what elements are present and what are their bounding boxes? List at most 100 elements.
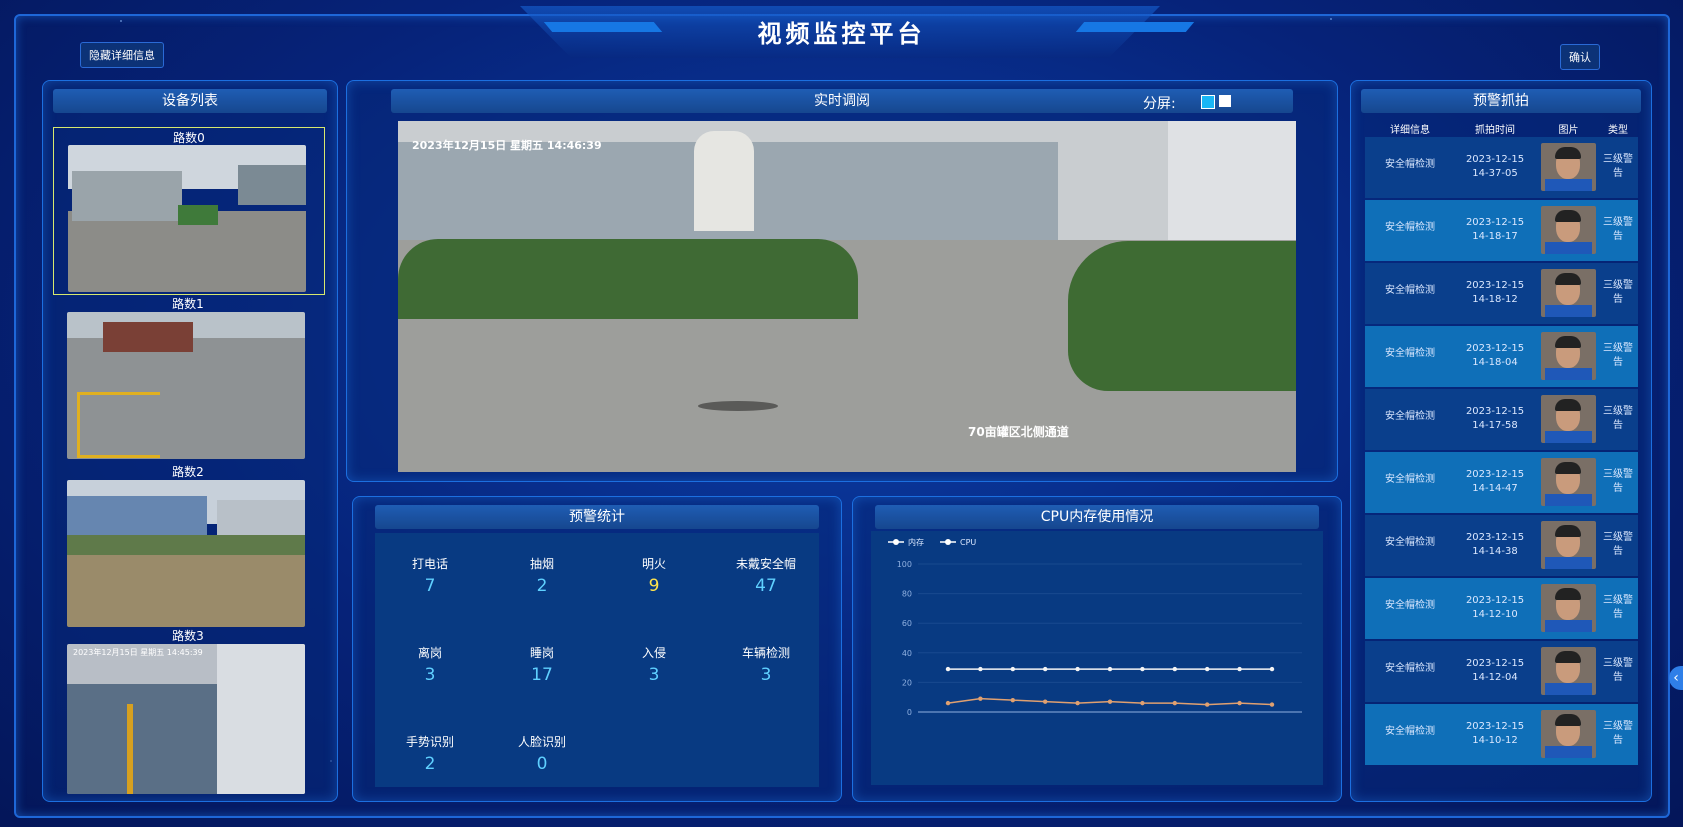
snapshot-image[interactable] [1541, 206, 1596, 254]
snapshot-row[interactable]: 安全帽检测 2023-12-15 14-18-12 三级警告 [1365, 263, 1638, 324]
page-title: 视频监控平台 [757, 20, 926, 48]
camera-item-3[interactable]: 路数3 2023年12月15日 星期五 14:45:39 [53, 627, 323, 797]
snapshot-date: 2023-12-15 [1465, 217, 1525, 228]
snapshot-date: 2023-12-15 [1465, 280, 1525, 291]
cpu-panel-title: CPU内存使用情况 [875, 505, 1319, 529]
stat-vehicle: 车辆检测 3 [706, 644, 826, 685]
header-time: 抓拍时间 [1475, 125, 1515, 136]
stat-label: 离岗 [417, 646, 442, 660]
snapshot-image[interactable] [1541, 584, 1596, 632]
device-list-panel: 设备列表 路数0 路数1 路数2 路数3 2023年12月15日 星期五 14:… [42, 80, 338, 802]
stat-value: 7 [424, 576, 436, 596]
snapshot-image[interactable] [1541, 458, 1596, 506]
split-screen-label: 分屏: [1143, 96, 1176, 112]
snapshot-image[interactable] [1541, 269, 1596, 317]
snapshot-row[interactable]: 安全帽检测 2023-12-15 14-17-58 三级警告 [1365, 389, 1638, 450]
snapshot-time: 2023-12-15 14-17-58 [1455, 405, 1535, 433]
snapshot-type: 三级警告 [1603, 595, 1633, 620]
camera-item-0[interactable]: 路数0 [53, 127, 325, 295]
stat-label: 睡岗 [529, 646, 554, 660]
data-point [1237, 700, 1242, 706]
y-tick-label: 80 [902, 590, 912, 599]
snapshot-date: 2023-12-15 [1465, 343, 1525, 354]
stat-label: 车辆检测 [741, 646, 790, 660]
stat-intrusion: 入侵 3 [594, 644, 714, 685]
header-image: 图片 [1558, 125, 1579, 136]
stat-label: 手势识别 [405, 735, 454, 749]
collapse-tab-icon[interactable]: ‹ [1669, 666, 1683, 690]
stat-label: 未戴安全帽 [735, 557, 796, 571]
snapshot-time: 2023-12-15 14-12-10 [1455, 594, 1535, 622]
video-location-overlay: 70亩罐区北侧通道 [968, 425, 1069, 439]
y-tick-label: 20 [902, 678, 912, 687]
device-list-title: 设备列表 [53, 89, 327, 113]
camera-item-2[interactable]: 路数2 [53, 463, 323, 629]
stat-value: 9 [648, 576, 660, 596]
snapshot-image[interactable] [1541, 395, 1596, 443]
live-video-feed[interactable]: 2023年12月15日 星期五 14:46:39 70亩罐区北侧通道 [398, 121, 1296, 472]
data-point [1075, 700, 1080, 706]
snapshot-row[interactable]: 安全帽检测 2023-12-15 14-12-10 三级警告 [1365, 578, 1638, 639]
stat-phone-call: 打电话 7 [370, 555, 490, 596]
camera-thumbnail [67, 312, 305, 459]
data-point [1205, 702, 1210, 707]
snapshot-header: 详细信息 抓拍时间 图片 类型 [1365, 121, 1638, 137]
data-point [1237, 666, 1242, 672]
snapshot-row[interactable]: 安全帽检测 2023-12-15 14-37-05 三级警告 [1365, 137, 1638, 198]
data-point [1107, 699, 1113, 704]
snapshot-image[interactable] [1541, 332, 1596, 380]
snapshot-row[interactable]: 安全帽检测 2023-12-15 14-14-38 三级警告 [1365, 515, 1638, 576]
snapshot-type: 三级警告 [1603, 469, 1633, 494]
snapshot-row[interactable]: 安全帽检测 2023-12-15 14-14-47 三级警告 [1365, 452, 1638, 513]
snapshot-row[interactable]: 安全帽检测 2023-12-15 14-10-12 三级警告 [1365, 704, 1638, 765]
snapshot-detail: 安全帽检测 [1385, 663, 1435, 674]
snapshot-time: 2023-12-15 14-10-12 [1455, 720, 1535, 748]
stat-open-fire: 明火 9 [594, 555, 714, 596]
snapshot-clock: 14-12-10 [1472, 609, 1518, 620]
split-screen-multi-button[interactable] [1219, 95, 1231, 107]
snapshot-type: 三级警告 [1603, 406, 1633, 431]
snapshot-list: 安全帽检测 2023-12-15 14-37-05 三级警告 安全帽检测 2023-12-… [1351, 137, 1651, 791]
split-screen-single-button[interactable] [1201, 95, 1215, 109]
camera-item-1[interactable]: 路数1 [53, 295, 323, 461]
stat-value: 47 [755, 576, 777, 596]
y-tick-label: 40 [902, 649, 912, 658]
snapshot-image[interactable] [1541, 143, 1596, 191]
stat-value: 0 [536, 754, 548, 774]
snapshot-time: 2023-12-15 14-18-17 [1455, 216, 1535, 244]
confirm-button[interactable]: 确认 [1560, 44, 1600, 70]
snapshot-row[interactable]: 安全帽检测 2023-12-15 14-12-04 三级警告 [1365, 641, 1638, 702]
data-point [1107, 666, 1113, 672]
snapshot-date: 2023-12-15 [1465, 721, 1525, 732]
snapshot-image[interactable] [1541, 647, 1596, 695]
camera-label: 路数1 [172, 297, 204, 311]
snapshot-image[interactable] [1541, 521, 1596, 569]
snapshot-date: 2023-12-15 [1465, 469, 1525, 480]
snapshot-row[interactable]: 安全帽检测 2023-12-15 14-18-17 三级警告 [1365, 200, 1638, 261]
snapshot-image[interactable] [1541, 710, 1596, 758]
snapshot-date: 2023-12-15 [1465, 595, 1525, 606]
hide-details-button[interactable]: 隐藏详细信息 [80, 42, 164, 68]
snapshot-row[interactable]: 安全帽检测 2023-12-15 14-18-04 三级警告 [1365, 326, 1638, 387]
data-point [1269, 702, 1275, 707]
data-point [978, 696, 983, 701]
header-type: 类型 [1608, 125, 1628, 136]
snapshot-title: 预警抓拍 [1361, 89, 1641, 113]
y-tick-label: 0 [907, 708, 912, 717]
snapshot-clock: 14-10-12 [1472, 735, 1518, 746]
stat-label: 人脸识别 [517, 735, 566, 749]
snapshot-type: 三级警告 [1603, 280, 1633, 305]
camera-thumbnail [67, 480, 305, 627]
data-point [1172, 666, 1177, 672]
camera-thumbnail [68, 145, 306, 292]
snapshot-panel: 预警抓拍 详细信息 抓拍时间 图片 类型 安全帽检测 2023-12-15 14-3… [1350, 80, 1652, 802]
snapshot-clock: 14-14-47 [1472, 483, 1518, 494]
snapshot-detail: 安全帽检测 [1385, 600, 1435, 611]
data-point [1043, 666, 1048, 672]
snapshot-date: 2023-12-15 [1465, 532, 1525, 543]
data-point [1269, 666, 1275, 672]
alarm-stats-title: 预警统计 [375, 505, 819, 529]
snapshot-time: 2023-12-15 14-14-47 [1455, 468, 1535, 496]
data-point [1075, 666, 1080, 672]
snapshot-type: 三级警告 [1603, 154, 1633, 179]
